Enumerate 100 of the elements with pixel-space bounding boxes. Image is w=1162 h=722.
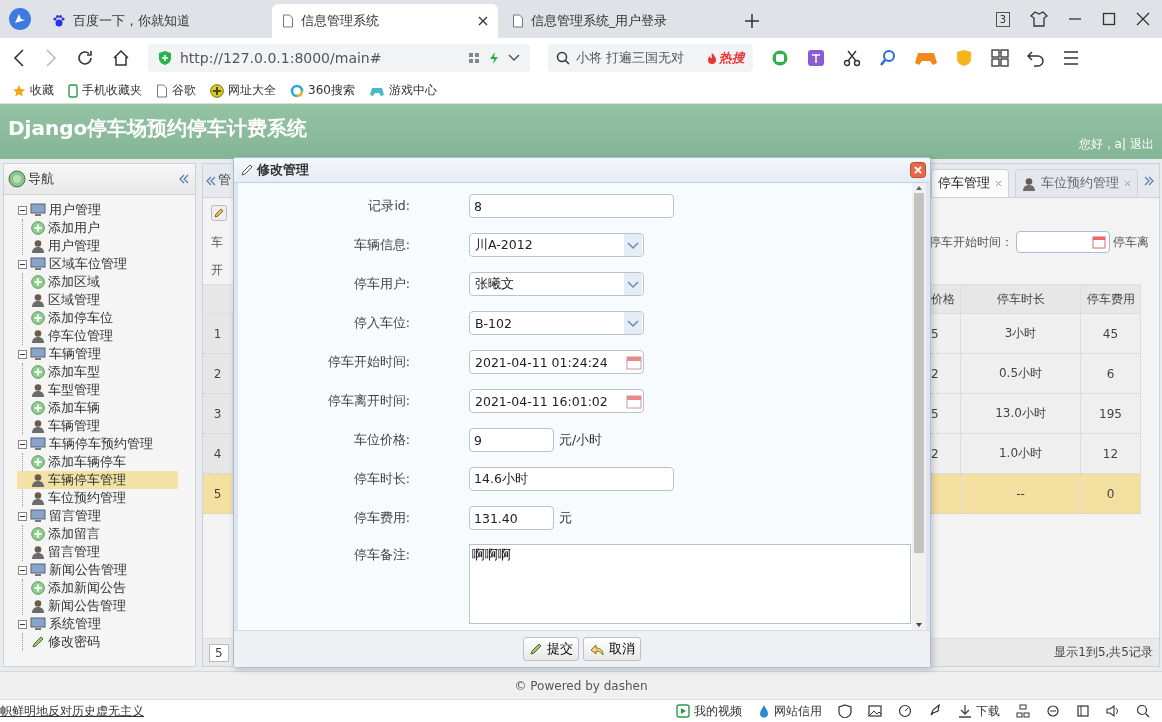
menu-icon[interactable] xyxy=(1063,51,1079,65)
tree-item[interactable]: 修改密码 xyxy=(17,633,178,651)
tree-item[interactable]: 区域管理 xyxy=(17,291,178,309)
date-field[interactable]: 2021-04-11 01:24:24 xyxy=(469,350,644,374)
shirt-icon[interactable] xyxy=(1030,11,1048,27)
collapse-icon[interactable] xyxy=(18,205,27,215)
pencil-icon xyxy=(529,642,543,656)
tree-item[interactable]: 添加车辆停车 xyxy=(17,453,178,471)
collapse-icon[interactable] xyxy=(18,349,27,359)
bookmark-link[interactable]: 谷歌 xyxy=(172,82,196,99)
reload-icon[interactable] xyxy=(76,49,94,67)
chevron-down-icon xyxy=(624,312,642,334)
field-label: 车位价格: xyxy=(352,431,410,449)
input-field[interactable]: 8 xyxy=(469,194,674,218)
shield-icon[interactable] xyxy=(838,704,852,718)
user-icon xyxy=(31,419,45,433)
edit-icon[interactable] xyxy=(211,205,227,221)
input-field[interactable]: 14.6小时 xyxy=(469,467,674,491)
bookmark-link[interactable]: 360搜索 xyxy=(308,82,355,99)
tree-item[interactable]: 添加车辆 xyxy=(17,399,178,417)
content-tab[interactable]: 停车管理 xyxy=(931,169,1009,197)
tree-group[interactable]: 系统管理 xyxy=(49,615,101,633)
input-field[interactable]: 131.40 xyxy=(469,506,554,530)
collapse-icon[interactable] xyxy=(18,619,27,629)
content-tab[interactable]: 车位预约管理 xyxy=(1015,169,1138,197)
window-icon[interactable] xyxy=(1076,704,1090,718)
page-size-select[interactable]: 5 xyxy=(209,643,229,662)
tree-item[interactable]: 添加新闻公告 xyxy=(17,579,178,597)
gauge-icon[interactable] xyxy=(898,704,912,718)
page-icon xyxy=(156,83,168,98)
scissors-icon[interactable] xyxy=(843,49,861,67)
grid-icon[interactable] xyxy=(991,49,1009,67)
dialog-button[interactable]: 取消 xyxy=(583,637,641,661)
tree-item[interactable]: 添加区域 xyxy=(17,273,178,291)
dropdown-field[interactable]: B-102 xyxy=(469,311,644,335)
collapse-icon[interactable] xyxy=(18,511,27,521)
window-count[interactable]: 3 xyxy=(995,11,1010,27)
tree-item[interactable]: 新闻公告管理 xyxy=(17,597,178,615)
dialog-button[interactable]: 提交 xyxy=(523,637,579,661)
speaker-icon[interactable] xyxy=(1106,704,1120,718)
network-icon[interactable] xyxy=(1016,704,1030,718)
browser-tab[interactable]: 百度一下，你就知道 xyxy=(42,4,268,38)
close-icon[interactable] xyxy=(1136,12,1150,26)
undo-icon[interactable] xyxy=(1027,49,1045,67)
news-link[interactable]: 帜鲜明地反对历史虚无主义 xyxy=(0,702,660,720)
status-link[interactable]: 下载 xyxy=(976,702,1000,720)
tree-item[interactable]: 添加用户 xyxy=(17,219,178,237)
scroll-right-icon[interactable] xyxy=(1144,175,1154,186)
close-icon[interactable] xyxy=(478,16,488,26)
dropdown-field[interactable]: 川A-2012 xyxy=(469,233,644,257)
home-icon[interactable] xyxy=(112,49,130,67)
dropdown-field[interactable]: 张曦文 xyxy=(469,272,644,296)
status-link[interactable]: 网站信用 xyxy=(774,702,822,720)
tree-group[interactable]: 新闻公告管理 xyxy=(49,561,127,579)
maximize-icon[interactable] xyxy=(1102,12,1116,26)
bookmark-link[interactable]: 收藏 xyxy=(30,82,54,99)
tree-item[interactable]: 车辆停车管理 xyxy=(17,471,178,489)
new-tab-icon[interactable] xyxy=(744,13,760,29)
plus-icon xyxy=(31,527,45,541)
search-field[interactable]: 小将 打遍三国无对 热搜 xyxy=(548,44,753,72)
calendar-icon xyxy=(1092,235,1106,249)
tree-item[interactable]: 用户管理 xyxy=(17,237,178,255)
tree-group[interactable]: 留言管理 xyxy=(49,507,101,525)
collapse-icon[interactable] xyxy=(18,439,27,449)
date-field[interactable] xyxy=(1016,231,1110,253)
tree-group[interactable]: 区域车位管理 xyxy=(49,255,127,273)
scrollbar[interactable] xyxy=(912,183,926,630)
tree-item[interactable]: 添加车型 xyxy=(17,363,178,381)
tree-item[interactable]: 车型管理 xyxy=(17,381,178,399)
tree-group[interactable]: 车辆管理 xyxy=(49,345,101,363)
input-field[interactable]: 9 xyxy=(469,428,554,452)
image-icon[interactable] xyxy=(868,704,882,718)
bookmark-link[interactable]: 网址大全 xyxy=(228,82,276,99)
tree-item[interactable]: 留言管理 xyxy=(17,543,178,561)
scroll-left-icon[interactable] xyxy=(206,175,216,186)
tree-group[interactable]: 用户管理 xyxy=(49,201,101,219)
status-link[interactable]: 我的视频 xyxy=(694,702,742,720)
tree-item[interactable]: 添加留言 xyxy=(17,525,178,543)
collapse-icon[interactable] xyxy=(18,565,27,575)
tree-group[interactable]: 车辆停车预约管理 xyxy=(49,435,153,453)
tree-item[interactable]: 车辆管理 xyxy=(17,417,178,435)
bookmark-link[interactable]: 手机收藏夹 xyxy=(82,82,142,99)
tree-item[interactable]: 车位预约管理 xyxy=(17,489,178,507)
magnifier-icon[interactable] xyxy=(879,49,897,67)
remarks-field[interactable]: 啊啊啊 xyxy=(469,544,911,624)
bookmark-link[interactable]: 游戏中心 xyxy=(388,82,437,99)
browser-tab[interactable]: 信息管理系统 xyxy=(272,4,498,38)
unit-label: 元/小时 xyxy=(559,431,603,449)
collapse-icon[interactable] xyxy=(18,259,27,269)
tree-item[interactable]: 停车位管理 xyxy=(17,327,178,345)
zoom-icon[interactable] xyxy=(1136,704,1150,718)
back-icon[interactable] xyxy=(12,49,26,67)
address-bar[interactable]: http://127.0.0.1:8000/main# xyxy=(148,44,530,72)
circle-icon[interactable] xyxy=(771,49,789,67)
translate-icon[interactable] xyxy=(807,49,825,67)
date-field[interactable]: 2021-04-11 16:01:02 xyxy=(469,389,644,413)
filter-label: 车 xyxy=(211,233,223,251)
tree-item[interactable]: 添加停车位 xyxy=(17,309,178,327)
browser-tab[interactable]: 信息管理系统_用户登录 xyxy=(502,4,728,38)
field-label: 停车开始时间: xyxy=(326,353,410,371)
